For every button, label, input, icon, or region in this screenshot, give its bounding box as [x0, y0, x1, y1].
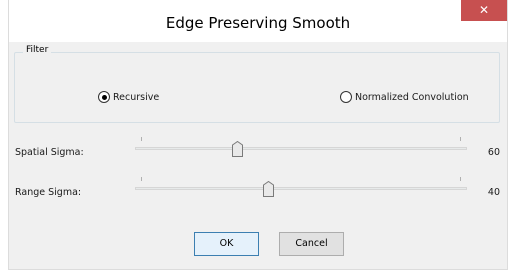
- cancel-button[interactable]: Cancel: [279, 232, 344, 256]
- dialog-body: Filter Recursive Normalized Convolution …: [8, 42, 508, 270]
- spatial-sigma-track[interactable]: [135, 147, 467, 150]
- radio-recursive-label: Recursive: [113, 91, 160, 103]
- slider-tick-min: [141, 137, 142, 141]
- dialog-title: Edge Preserving Smooth: [165, 14, 351, 32]
- filter-group-label: Filter: [23, 45, 52, 55]
- spatial-sigma-value: 60: [487, 147, 500, 158]
- dialog-window: Edge Preserving Smooth ✕ Filter Recursiv…: [0, 0, 516, 270]
- close-icon: ✕: [478, 3, 490, 17]
- filter-groupbox: Filter Recursive Normalized Convolution: [14, 45, 500, 123]
- close-button[interactable]: ✕: [461, 0, 507, 21]
- radio-normalized-convolution[interactable]: Normalized Convolution: [340, 91, 469, 103]
- title-bar[interactable]: Edge Preserving Smooth ✕: [8, 0, 508, 42]
- spatial-sigma-label: Spatial Sigma:: [15, 147, 84, 158]
- spatial-sigma-slider[interactable]: [135, 137, 467, 157]
- range-sigma-track[interactable]: [135, 187, 467, 190]
- radio-normalized-convolution-indicator[interactable]: [340, 91, 352, 103]
- range-sigma-value: 40: [487, 187, 500, 198]
- spatial-sigma-thumb[interactable]: [232, 141, 243, 157]
- radio-recursive[interactable]: Recursive: [98, 91, 159, 103]
- slider-tick-min: [141, 177, 142, 181]
- slider-tick-max: [460, 177, 461, 181]
- slider-tick-max: [460, 137, 461, 141]
- ok-button[interactable]: OK: [194, 232, 259, 256]
- radio-normalized-convolution-label: Normalized Convolution: [355, 91, 469, 103]
- radio-recursive-indicator[interactable]: [98, 91, 110, 103]
- range-sigma-slider[interactable]: [135, 177, 467, 197]
- range-sigma-label: Range Sigma:: [15, 187, 82, 198]
- range-sigma-thumb[interactable]: [263, 181, 274, 197]
